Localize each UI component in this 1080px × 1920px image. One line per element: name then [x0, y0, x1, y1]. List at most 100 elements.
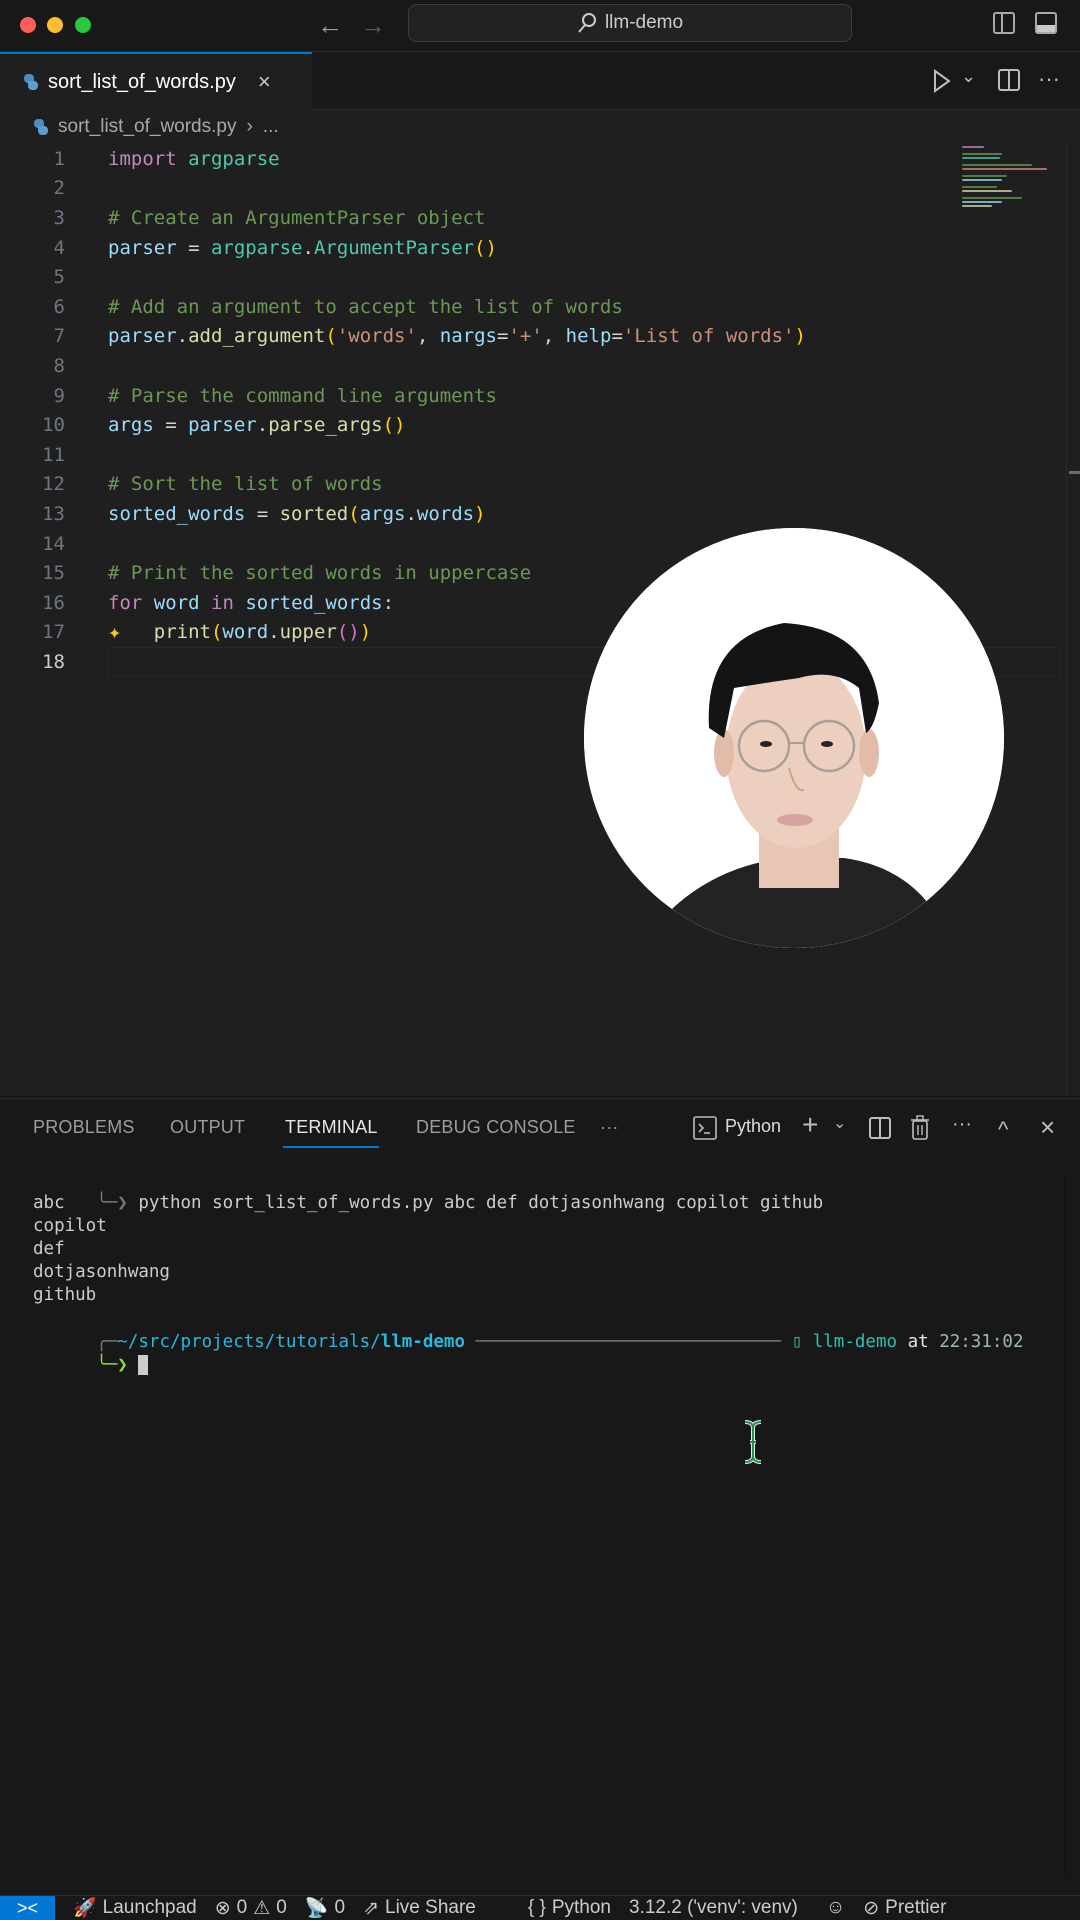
code-line[interactable]: 3 # Create an ArgumentParser object: [0, 203, 1060, 233]
launchpad-label: Launchpad: [102, 1897, 197, 1918]
toggle-sidebar-icon[interactable]: [993, 12, 1015, 34]
code-line[interactable]: 8: [0, 351, 1060, 381]
title-bar: ← → llm-demo: [0, 0, 1080, 52]
code-token: ,: [542, 325, 566, 348]
panel-tab-terminal[interactable]: TERMINAL: [285, 1117, 378, 1138]
remote-window-button[interactable]: ><: [0, 1895, 55, 1920]
code-text: # Print the sorted words in uppercase: [108, 562, 531, 584]
minimize-window-button[interactable]: [47, 17, 63, 33]
code-token: .: [268, 621, 280, 644]
panel-tab-output[interactable]: OUTPUT: [170, 1117, 245, 1138]
code-text: parser.add_argument('words', nargs='+', …: [108, 325, 806, 347]
code-line[interactable]: 10 args = parser.parse_args(): [0, 410, 1060, 440]
code-token: # Print the sorted words in uppercase: [108, 562, 532, 585]
line-number: 1: [53, 147, 65, 170]
terminal-command-line: ╰─❯ python sort_list_of_words.py abc def…: [33, 1169, 823, 1213]
bottom-panel: PROBLEMS OUTPUT TERMINAL DEBUG CONSOLE ·…: [0, 1098, 1080, 1880]
terminal[interactable]: ╰─❯ python sort_list_of_words.py abc def…: [0, 1169, 1050, 1869]
code-token: ): [794, 325, 806, 348]
ports-status[interactable]: 📡 0: [305, 1896, 345, 1920]
live-share-icon: ⇗: [363, 1897, 380, 1919]
code-token: =: [497, 325, 509, 348]
code-line[interactable]: 9 # Parse the command line arguments: [0, 381, 1060, 411]
code-line[interactable]: 5: [0, 262, 1060, 292]
panel-more-actions-icon[interactable]: ···: [952, 1113, 972, 1136]
more-actions-icon[interactable]: ···: [1038, 66, 1060, 92]
terminal-scrollbar[interactable]: [1065, 1175, 1066, 1875]
split-editor-icon[interactable]: [998, 69, 1020, 91]
code-line[interactable]: 14: [0, 529, 1060, 559]
language-mode-button[interactable]: { } Python: [528, 1897, 611, 1919]
scrollbar-cursor-marker: [1069, 471, 1080, 474]
code-token: for: [108, 591, 143, 614]
panel-tab-debug-console[interactable]: DEBUG CONSOLE: [416, 1117, 576, 1138]
terminal-input-line[interactable]: ╰─❯: [33, 1331, 149, 1375]
close-panel-icon[interactable]: ×: [1040, 1112, 1055, 1143]
close-tab-icon[interactable]: ×: [258, 69, 271, 95]
venv-icon: ▯: [791, 1332, 803, 1352]
code-token: print: [153, 621, 211, 644]
code-token: (): [336, 621, 360, 644]
toggle-panel-icon[interactable]: [1035, 12, 1057, 34]
line-number: 15: [42, 562, 65, 585]
code-token: 'List of words': [622, 325, 795, 348]
text-cursor-ibeam-icon: [744, 1420, 762, 1464]
python-interpreter-button[interactable]: 3.12.2 ('venv': venv): [629, 1897, 798, 1919]
python-file-icon: [34, 119, 48, 135]
code-line[interactable]: 6 # Add an argument to accept the list of…: [0, 292, 1060, 322]
prettier-button[interactable]: ⊘ Prettier: [863, 1897, 946, 1920]
kill-terminal-trash-icon[interactable]: [910, 1115, 930, 1141]
terminal-name[interactable]: Python: [725, 1116, 781, 1137]
code-token: 'words': [336, 325, 417, 348]
breadcrumb-more[interactable]: ...: [263, 116, 279, 138]
warning-icon: ⚠: [253, 1897, 271, 1919]
copilot-status-button[interactable]: ☺: [826, 1897, 845, 1919]
code-token: .: [256, 414, 269, 437]
prompt-venv-name: llm-demo: [812, 1332, 898, 1352]
maximize-panel-icon[interactable]: ^: [998, 1117, 1008, 1143]
panel-more-tabs-icon[interactable]: ···: [600, 1117, 619, 1138]
code-text: # Add an argument to accept the list of …: [108, 296, 623, 318]
code-token: :: [382, 591, 395, 614]
problems-status[interactable]: ⊗ 0 ⚠ 0: [215, 1897, 287, 1920]
rocket-icon: 🚀: [73, 1898, 97, 1919]
prompt-path: ~/src/projects/tutorials/: [117, 1332, 381, 1352]
code-text: # Parse the command line arguments: [108, 385, 497, 407]
code-line[interactable]: 1 import argparse: [0, 144, 1060, 174]
command-center-search[interactable]: llm-demo: [408, 4, 852, 42]
line-number: 7: [53, 325, 65, 348]
launchpad-button[interactable]: 🚀 Launchpad: [73, 1896, 197, 1920]
code-line[interactable]: 11: [0, 440, 1060, 470]
line-number: 5: [53, 266, 65, 289]
code-line[interactable]: 2: [0, 174, 1060, 204]
terminal-output-line: dotjasonhwang: [33, 1262, 170, 1282]
code-line[interactable]: 7 parser.add_argument('words', nargs='+',…: [0, 322, 1060, 352]
breadcrumb-separator-icon: ›: [246, 116, 253, 137]
prompt-arrow-icon: ╰─❯: [96, 1355, 128, 1375]
code-text: args = parser.parse_args(): [108, 414, 405, 436]
code-line[interactable]: 4 parser = argparse.ArgumentParser(): [0, 233, 1060, 263]
code-token: ): [359, 621, 372, 644]
forward-arrow-icon[interactable]: →: [360, 10, 386, 40]
code-line[interactable]: 13 sorted_words = sorted(args.words): [0, 499, 1060, 529]
run-dropdown-icon[interactable]: ⌄: [961, 66, 976, 87]
panel-tab-problems[interactable]: PROBLEMS: [33, 1117, 135, 1138]
tab-sort-list-of-words[interactable]: sort_list_of_words.py ×: [0, 52, 312, 110]
live-share-button[interactable]: ⇗ Live Share: [363, 1897, 476, 1920]
breadcrumb-file[interactable]: sort_list_of_words.py: [58, 116, 236, 138]
terminal-dropdown-icon[interactable]: ⌄: [833, 1113, 846, 1133]
line-number: 13: [42, 502, 65, 525]
presenter-face-image: [584, 528, 1004, 948]
code-line[interactable]: 12 # Sort the list of words: [0, 470, 1060, 500]
new-terminal-icon[interactable]: +: [802, 1109, 818, 1141]
run-python-file-icon[interactable]: [932, 69, 952, 93]
maximize-window-button[interactable]: [75, 17, 91, 33]
split-terminal-icon[interactable]: [869, 1117, 891, 1139]
minimap[interactable]: [962, 144, 1052, 207]
back-arrow-icon[interactable]: ←: [317, 10, 343, 40]
editor-vertical-scrollbar[interactable]: [1066, 144, 1080, 1096]
close-window-button[interactable]: [20, 17, 36, 33]
code-token: words: [416, 502, 475, 525]
